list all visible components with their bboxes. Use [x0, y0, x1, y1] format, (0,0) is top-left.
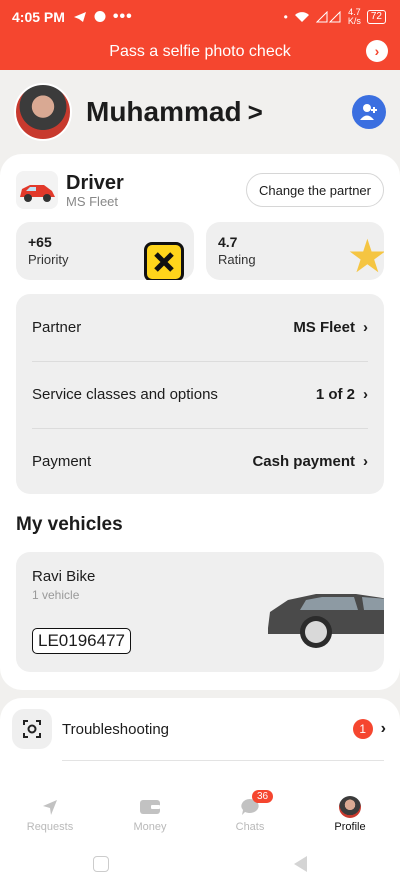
tab-money-label: Money [133, 820, 167, 833]
banner-text: Pass a selfie photo check [109, 43, 291, 60]
add-user-icon [360, 104, 377, 120]
troubleshooting-badge: 1 [352, 719, 373, 739]
recent-apps-icon[interactable] [92, 856, 109, 872]
status-system-icons: • 4.7 K/s 72 [284, 8, 386, 26]
red-car-icon [16, 171, 58, 209]
tab-profile[interactable]: Profile [300, 788, 400, 840]
vehicles-heading: My vehicles [16, 514, 123, 535]
change-partner-button[interactable]: Change the partner [245, 173, 384, 207]
payment-label: Payment [32, 453, 92, 470]
signal-icon [315, 11, 341, 23]
vehicle-name: Ravi Bike [32, 568, 96, 585]
partner-value: MS Fleet [293, 319, 355, 336]
banner-arrow-icon[interactable]: › [366, 40, 388, 62]
sedan-car-icon [268, 594, 384, 648]
selfie-check-banner[interactable]: Pass a selfie photo check › [0, 34, 400, 70]
back-icon[interactable] [294, 856, 308, 872]
system-navigation-bar [0, 840, 400, 888]
top-header: 4:05 PM ••• • 4.7 K/s 72 Pass a selfie p… [0, 0, 400, 70]
bottom-tab-bar: Requests Money 36 Chats Profile [0, 788, 400, 840]
status-time: 4:05 PM [12, 9, 65, 25]
wallet-icon [139, 796, 161, 818]
navigation-arrow-icon [39, 796, 61, 818]
scan-icon [12, 709, 52, 749]
chevron-right-icon[interactable]: > [248, 97, 263, 128]
main-card: Driver MS Fleet Change the partner +65 P… [0, 154, 400, 690]
vehicle-card[interactable]: Ravi Bike 1 vehicle LE0196477 [16, 552, 384, 672]
tab-profile-label: Profile [334, 820, 366, 833]
chevron-right-icon: › [363, 386, 368, 403]
more-notifications-dots: ••• [112, 8, 133, 25]
rating-card[interactable]: 4.7 Rating ★ [206, 222, 384, 280]
partner-row[interactable]: Partner MS Fleet › [16, 294, 384, 361]
battery-indicator: 72 [366, 10, 386, 24]
messenger-icon [94, 11, 106, 22]
role-text: Driver MS Fleet [66, 172, 124, 209]
vehicle-count: 1 vehicle [32, 588, 80, 602]
tab-chats-label: Chats [235, 820, 265, 833]
troubleshooting-label: Troubleshooting [62, 720, 170, 738]
role-title: Driver [66, 171, 124, 194]
chevron-right-icon: › [363, 453, 368, 470]
chats-badge: 36 [252, 790, 274, 803]
service-classes-row[interactable]: Service classes and options 1 of 2 › [16, 361, 384, 428]
network-speed: 4.7 K/s [348, 8, 361, 26]
settings-list: Partner MS Fleet › Service classes and o… [16, 294, 384, 494]
star-icon: ★ [346, 230, 384, 280]
avatar-icon [339, 795, 361, 818]
license-plate: LE0196477 [32, 628, 131, 654]
role-subtitle: MS Fleet [66, 193, 119, 209]
profile-name[interactable]: Muhammad [86, 96, 242, 128]
add-user-button[interactable] [352, 95, 386, 129]
network-speed-unit: K/s [347, 16, 361, 26]
tab-chats[interactable]: 36 Chats [200, 788, 300, 840]
chevron-right-icon: › [380, 720, 386, 737]
status-bar: 4:05 PM ••• • 4.7 K/s 72 [0, 0, 400, 34]
avatar[interactable] [14, 83, 72, 141]
status-notification-icons: ••• [73, 8, 133, 26]
tab-requests-label: Requests [26, 820, 74, 833]
priority-badge-icon [144, 242, 184, 280]
profile-header: Muhammad > [0, 70, 400, 154]
wifi-icon [294, 12, 309, 22]
role-row: Driver MS Fleet Change the partner [16, 170, 384, 210]
divider [62, 760, 384, 761]
service-classes-label: Service classes and options [32, 386, 218, 403]
tab-money[interactable]: Money [100, 788, 200, 840]
service-classes-value: 1 of 2 [315, 386, 355, 403]
payment-value: Cash payment [252, 453, 355, 470]
tab-requests[interactable]: Requests [0, 788, 100, 840]
partner-label: Partner [32, 319, 82, 336]
troubleshooting-section: Troubleshooting 1 › [0, 698, 400, 788]
troubleshooting-row[interactable]: Troubleshooting 1 › [12, 708, 386, 750]
payment-row[interactable]: Payment Cash payment › [16, 428, 384, 495]
priority-card[interactable]: +65 Priority [16, 222, 194, 280]
dot-icon: • [283, 10, 288, 24]
chevron-right-icon: › [363, 319, 368, 336]
telegram-icon [73, 12, 86, 22]
